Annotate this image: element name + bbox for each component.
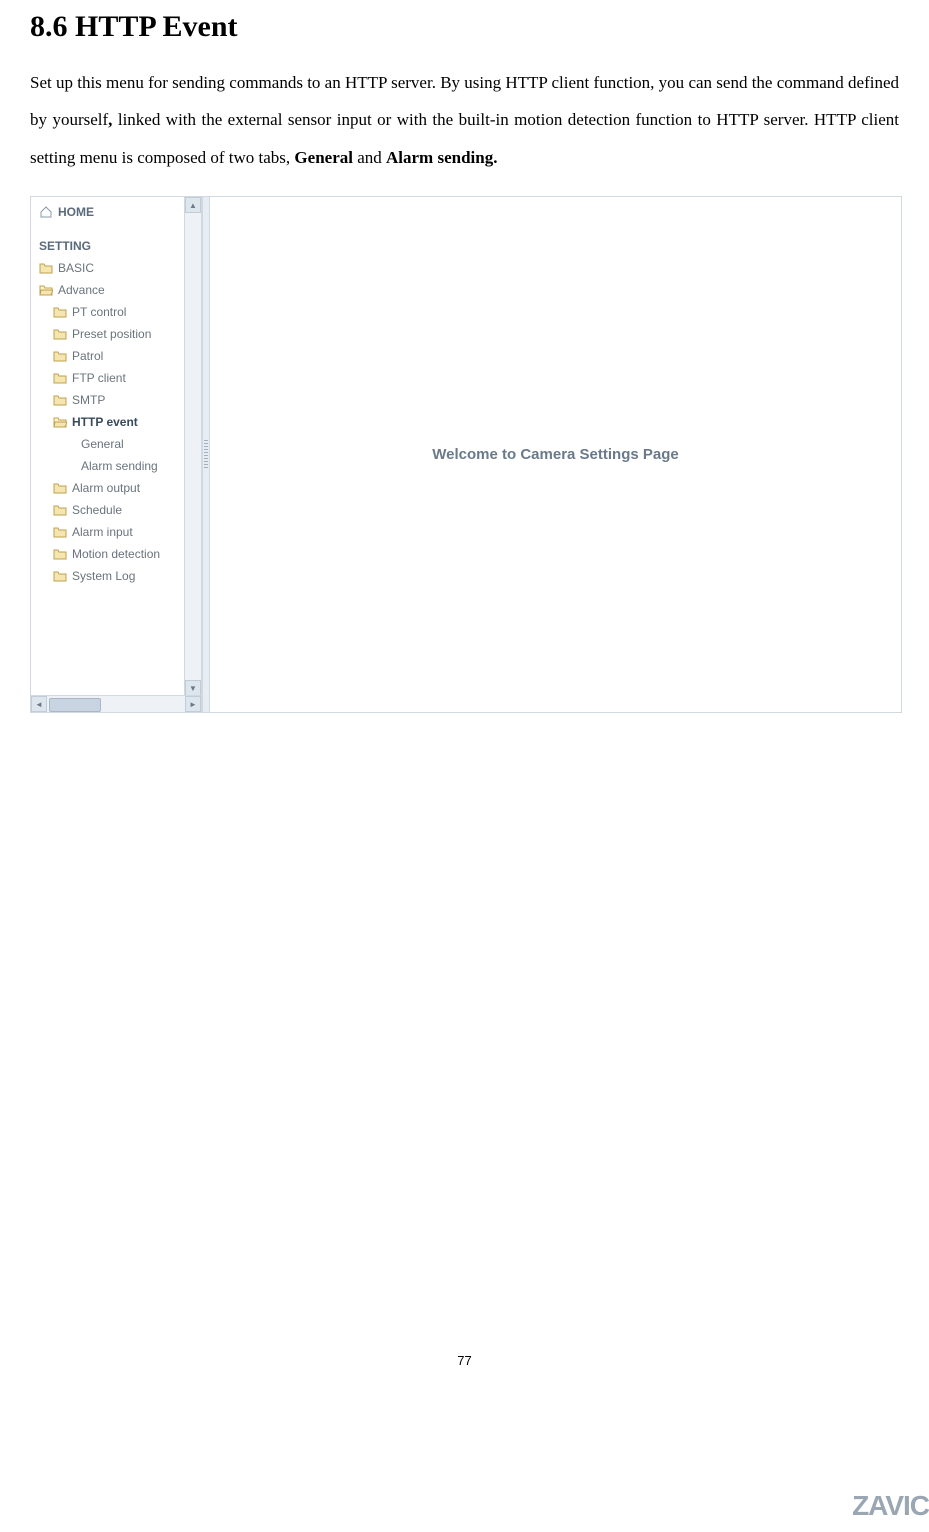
- sidebar-item-pt-control[interactable]: PT control: [31, 301, 201, 323]
- sidebar-horizontal-scrollbar[interactable]: ◄ ►: [31, 695, 201, 712]
- paragraph-bold: Alarm sending.: [386, 148, 497, 167]
- folder-closed-icon: [53, 350, 67, 362]
- folder-closed-icon: [53, 526, 67, 538]
- sidebar-item-label: Preset position: [72, 327, 151, 341]
- folder-closed-icon: [53, 394, 67, 406]
- sidebar-item-label: Alarm output: [72, 481, 140, 495]
- sidebar-item-alarm-input[interactable]: Alarm input: [31, 521, 201, 543]
- sidebar-home-label: HOME: [58, 205, 94, 219]
- sidebar-item-label: SMTP: [72, 393, 105, 407]
- content-pane: Welcome to Camera Settings Page: [210, 197, 901, 712]
- sidebar-item-label: System Log: [72, 569, 135, 583]
- sidebar-item-label: Schedule: [72, 503, 122, 517]
- folder-open-icon: [39, 284, 53, 296]
- pane-splitter[interactable]: [202, 197, 210, 712]
- sidebar-item-label: Patrol: [72, 349, 103, 363]
- sidebar-item-advance[interactable]: Advance: [31, 279, 201, 301]
- sidebar-item-http-event[interactable]: HTTP event: [31, 411, 201, 433]
- home-icon: [39, 206, 53, 218]
- paragraph-bold: General: [294, 148, 353, 167]
- folder-closed-icon: [53, 372, 67, 384]
- paragraph-text: and: [353, 148, 386, 167]
- sidebar-item-ftp-client[interactable]: FTP client: [31, 367, 201, 389]
- sidebar-item-schedule[interactable]: Schedule: [31, 499, 201, 521]
- sidebar-section-label: SETTING: [39, 239, 91, 253]
- splitter-grip-icon: [204, 440, 208, 470]
- scroll-thumb[interactable]: [49, 698, 101, 712]
- sidebar-item-label: General: [81, 437, 124, 451]
- folder-closed-icon: [53, 548, 67, 560]
- sidebar-item-motion-detection[interactable]: Motion detection: [31, 543, 201, 565]
- scroll-up-button[interactable]: ▲: [185, 197, 201, 213]
- settings-screenshot: HOME SETTING BASIC: [30, 196, 902, 713]
- sidebar-item-label: Advance: [58, 283, 105, 297]
- sidebar-vertical-scrollbar[interactable]: ▲ ▼: [184, 197, 201, 696]
- sidebar-item-alarm-sending[interactable]: Alarm sending: [31, 455, 201, 477]
- sidebar-item-label: BASIC: [58, 261, 94, 275]
- sidebar-item-smtp[interactable]: SMTP: [31, 389, 201, 411]
- folder-closed-icon: [39, 262, 53, 274]
- brand-logo: ZAVIC: [852, 1490, 929, 1522]
- sidebar-item-label: HTTP event: [72, 415, 138, 429]
- sidebar-item-patrol[interactable]: Patrol: [31, 345, 201, 367]
- sidebar-item-label: FTP client: [72, 371, 126, 385]
- welcome-text: Welcome to Camera Settings Page: [432, 446, 678, 463]
- folder-closed-icon: [53, 482, 67, 494]
- page-number: 77: [30, 1353, 899, 1368]
- sidebar-item-label: PT control: [72, 305, 126, 319]
- sidebar-home[interactable]: HOME: [31, 201, 201, 223]
- sidebar-section-setting: SETTING: [31, 235, 201, 257]
- sidebar-item-system-log[interactable]: System Log: [31, 565, 201, 587]
- sidebar: HOME SETTING BASIC: [31, 197, 202, 712]
- folder-closed-icon: [53, 328, 67, 340]
- section-heading: 8.6 HTTP Event: [30, 10, 899, 44]
- sidebar-item-general[interactable]: General: [31, 433, 201, 455]
- section-paragraph: Set up this menu for sending commands to…: [30, 64, 899, 176]
- folder-open-icon: [53, 416, 67, 428]
- folder-closed-icon: [53, 504, 67, 516]
- scroll-down-button[interactable]: ▼: [185, 680, 201, 696]
- folder-closed-icon: [53, 570, 67, 582]
- folder-closed-icon: [53, 306, 67, 318]
- sidebar-item-alarm-output[interactable]: Alarm output: [31, 477, 201, 499]
- scroll-right-button[interactable]: ►: [185, 696, 201, 712]
- sidebar-item-label: Alarm sending: [81, 459, 158, 473]
- sidebar-item-label: Alarm input: [72, 525, 133, 539]
- sidebar-item-basic[interactable]: BASIC: [31, 257, 201, 279]
- sidebar-item-label: Motion detection: [72, 547, 160, 561]
- scroll-left-button[interactable]: ◄: [31, 696, 47, 712]
- sidebar-item-preset-position[interactable]: Preset position: [31, 323, 201, 345]
